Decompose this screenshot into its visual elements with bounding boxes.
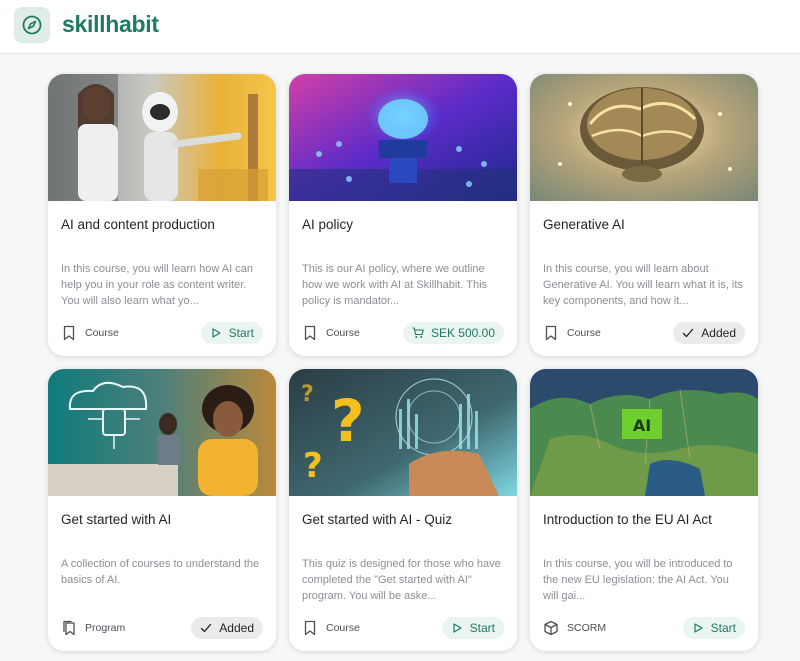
course-thumbnail [289,74,517,201]
course-card[interactable]: AI and content production In this course… [48,74,276,356]
content-type-label: Program [85,622,126,634]
content-type-label: Course [567,327,601,339]
added-button-label: Added [219,621,254,635]
content-type: Course [61,325,119,341]
bookmark-icon [302,325,318,341]
buy-button[interactable]: SEK 500.00 [402,322,504,344]
start-button[interactable]: Start [441,617,504,639]
logo[interactable] [14,7,50,43]
content-type-label: SCORM [567,622,607,634]
start-button[interactable]: Start [200,322,263,344]
card-description: In this course, you will learn how AI ca… [61,263,253,307]
top-bar: skillhabit [0,0,800,54]
course-thumbnail [48,74,276,201]
bookmark-icon [61,325,77,341]
check-icon [682,327,694,339]
svg-text:?: ? [331,387,365,455]
card-title[interactable]: Generative AI [543,217,748,233]
card-footer: Course Added [543,321,745,345]
content-type: SCORM [543,620,606,636]
card-title[interactable]: AI and content production [61,217,266,233]
card-footer: SCORM Start [543,616,745,640]
card-description: In this course, you will be introduced t… [543,558,733,602]
course-thumbnail [530,74,758,201]
start-button-label: Start [469,621,495,635]
bookmark-icon [543,325,559,341]
added-button[interactable]: Added [191,617,263,639]
brand-name[interactable]: skillhabit [62,11,159,38]
content-type-label: Course [326,327,360,339]
play-icon [451,622,463,634]
start-button-label: Start [710,621,736,635]
cart-icon [412,327,424,339]
compass-icon [22,15,42,35]
stacked-bookmark-icon [61,620,77,636]
start-button-label: Start [228,326,254,340]
card-footer: Course Start [302,616,504,640]
course-thumbnail [48,369,276,496]
course-thumbnail: ? ? ? [289,369,517,496]
added-button-label: Added [701,326,736,340]
price-label: SEK 500.00 [430,326,495,340]
play-icon [210,327,222,339]
content-type: Course [302,325,360,341]
added-button[interactable]: Added [673,322,745,344]
card-title[interactable]: Get started with AI [61,512,266,528]
card-title[interactable]: Get started with AI - Quiz [302,512,507,528]
card-description: In this course, you will learn about Gen… [543,263,743,307]
course-card[interactable]: ? ? ? Get started with AI - Quiz This qu… [289,369,517,651]
course-card[interactable]: Get started with AI A collection of cour… [48,369,276,651]
card-footer: Course Start [61,321,263,345]
card-footer: Course SEK 500.00 [302,321,504,345]
card-footer: Program Added [61,616,263,640]
card-description: This quiz is designed for those who have… [302,558,501,602]
content-type: Course [543,325,601,341]
course-card[interactable]: AI Introduction to the EU AI Act In this… [530,369,758,651]
course-card[interactable]: AI policy This is our AI policy, where w… [289,74,517,356]
course-card[interactable]: Generative AI In this course, you will l… [530,74,758,356]
card-title[interactable]: AI policy [302,217,507,233]
cube-icon [543,620,559,636]
content-type-label: Course [85,327,119,339]
check-icon [200,622,212,634]
card-description: This is our AI policy, where we outline … [302,263,488,307]
course-thumbnail: AI [530,369,758,496]
svg-text:?: ? [301,382,314,407]
card-description: A collection of courses to understand th… [61,558,260,586]
card-title[interactable]: Introduction to the EU AI Act [543,512,748,528]
svg-text:AI: AI [633,416,651,435]
bookmark-icon [302,620,318,636]
start-button[interactable]: Start [682,617,745,639]
play-icon [692,622,704,634]
svg-text:?: ? [303,446,323,486]
content-type-label: Course [326,622,360,634]
content-type: Course [302,620,360,636]
content-type: Program [61,620,125,636]
